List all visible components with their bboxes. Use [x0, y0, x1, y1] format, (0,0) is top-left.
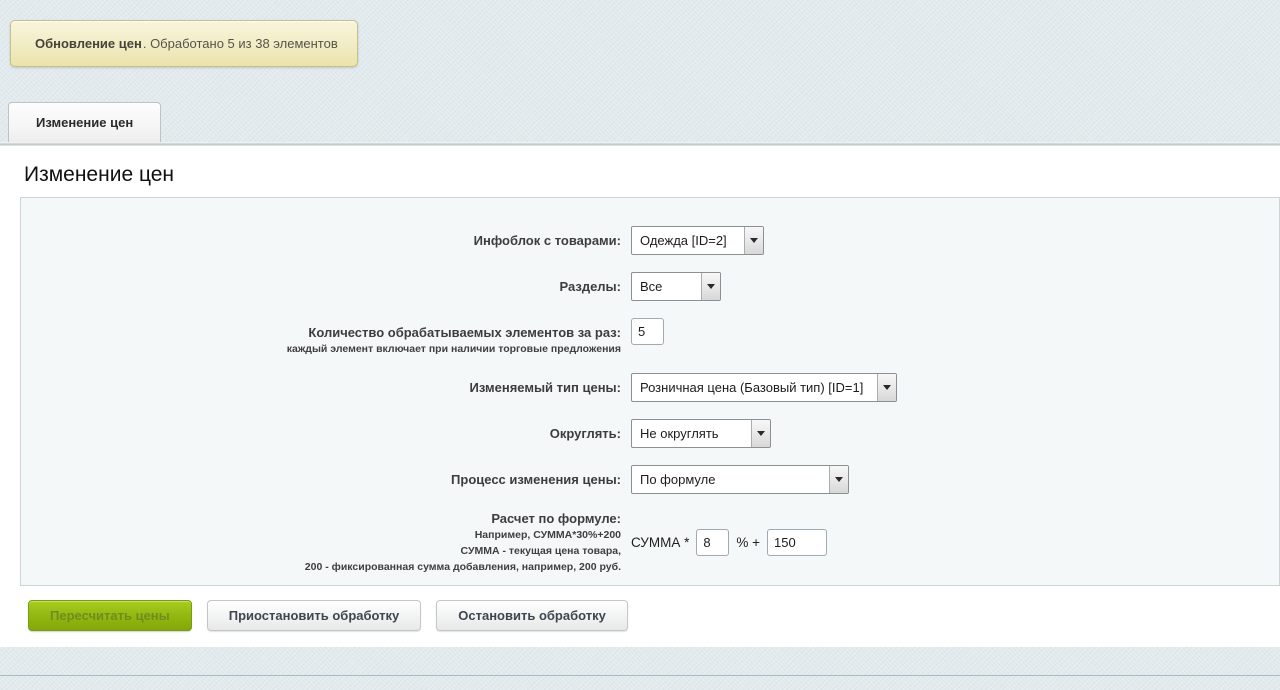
price-type-label: Изменяемый тип цены: [21, 373, 621, 402]
batch-size-input[interactable] [631, 318, 664, 345]
notification-message: . Обработано 5 из 38 элементов [143, 36, 338, 51]
price-change-form: Инфоблок с товарами: Одежда [ID=2] Разде… [20, 197, 1280, 586]
chevron-down-icon [701, 273, 720, 300]
footer-divider [0, 675, 1280, 676]
form-row-batch: Количество обрабатываемых элементов за р… [21, 318, 1279, 356]
price-type-select-value: Розничная цена (Базовый тип) [ID=1] [632, 380, 871, 395]
tab-price-change[interactable]: Изменение цен [8, 102, 161, 142]
form-row-infoblock: Инфоблок с товарами: Одежда [ID=2] [21, 226, 1279, 255]
formula-note-sum: СУММА - текущая цена товара, [21, 544, 621, 558]
infoblock-select[interactable]: Одежда [ID=2] [631, 226, 764, 255]
process-select[interactable]: По формуле [631, 465, 849, 494]
form-row-price-type: Изменяемый тип цены: Розничная цена (Баз… [21, 373, 1279, 402]
notification-title: Обновление цен [35, 36, 143, 51]
infoblock-label: Инфоблок с товарами: [21, 226, 621, 255]
form-buttons: Пересчитать цены Приостановить обработку… [28, 600, 1280, 631]
formula-add-input[interactable] [767, 529, 827, 556]
page-footer-area [0, 647, 1280, 690]
rounding-label: Округлять: [21, 419, 621, 448]
content-sheet: Изменение цен Инфоблок с товарами: Одежд… [0, 146, 1280, 647]
page-title: Изменение цен [0, 146, 1280, 188]
form-row-process: Процесс изменения цены: По формуле [21, 465, 1279, 494]
formula-label-block: Расчет по формуле: Например, СУММА*30%+2… [21, 511, 621, 574]
pause-processing-button[interactable]: Приостановить обработку [207, 600, 422, 631]
formula-middle: % + [736, 535, 760, 550]
sections-select[interactable]: Все [631, 272, 721, 301]
formula-label: Расчет по формуле: [491, 511, 621, 526]
batch-note: каждый элемент включает при наличии торг… [21, 342, 621, 356]
formula-percent-input[interactable] [696, 529, 729, 556]
recalculate-prices-button[interactable]: Пересчитать цены [28, 600, 192, 631]
stop-processing-button[interactable]: Остановить обработку [436, 600, 628, 631]
progress-notification: Обновление цен. Обработано 5 из 38 элеме… [10, 20, 358, 67]
rounding-select-value: Не округлять [632, 426, 727, 441]
chevron-down-icon [751, 420, 770, 447]
chevron-down-icon [877, 374, 896, 401]
form-row-sections: Разделы: Все [21, 272, 1279, 301]
form-row-formula: Расчет по формуле: Например, СУММА*30%+2… [21, 511, 1279, 574]
formula-prefix: СУММА * [631, 535, 689, 550]
formula-note-fixed: 200 - фиксированная сумма добавления, на… [21, 560, 621, 574]
batch-label: Количество обрабатываемых элементов за р… [308, 325, 621, 340]
price-type-select[interactable]: Розничная цена (Базовый тип) [ID=1] [631, 373, 897, 402]
chevron-down-icon [829, 466, 848, 493]
tab-bar: Изменение цен [0, 102, 1280, 142]
tab-label: Изменение цен [36, 115, 133, 130]
batch-label-block: Количество обрабатываемых элементов за р… [21, 318, 621, 356]
formula-note-example: Например, СУММА*30%+200 [21, 528, 621, 542]
sections-label: Разделы: [21, 272, 621, 301]
form-row-rounding: Округлять: Не округлять [21, 419, 1279, 448]
chevron-down-icon [744, 227, 763, 254]
rounding-select[interactable]: Не округлять [631, 419, 771, 448]
process-label: Процесс изменения цены: [21, 465, 621, 494]
process-select-value: По формуле [632, 472, 723, 487]
sections-select-value: Все [632, 279, 670, 294]
infoblock-select-value: Одежда [ID=2] [632, 233, 735, 248]
notification-title-bold: Обновление цен [35, 36, 142, 51]
